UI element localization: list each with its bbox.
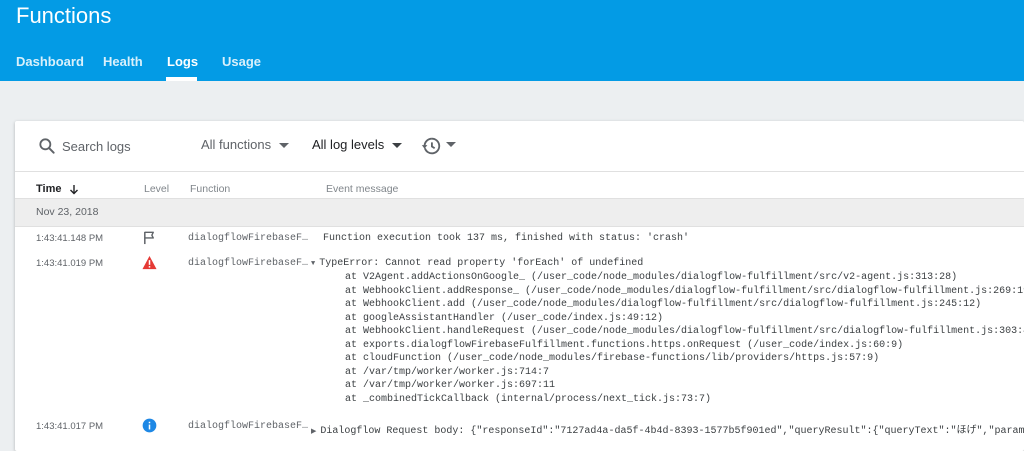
column-header-message: Event message [326, 183, 399, 195]
chevron-down-icon [392, 143, 403, 149]
stack-trace-line: at exports.dialogflowFirebaseFulfillment… [345, 340, 904, 351]
stack-trace-line: at WebhookClient.addResponse_ (/user_cod… [345, 286, 1024, 297]
row-message-text: TypeError: Cannot read property 'forEach… [319, 258, 644, 269]
column-header-time-label: Time [36, 183, 62, 195]
row-time: 1:43:41.017 PM [36, 421, 104, 432]
history-icon[interactable] [419, 135, 443, 157]
stack-trace-line: at _combinedTickCallback (internal/proce… [345, 394, 712, 405]
stack-trace-line: at /var/tmp/worker/worker.js:697:11 [345, 380, 556, 391]
row-time: 1:43:41.148 PM [36, 233, 104, 244]
chevron-down-icon[interactable] [446, 142, 456, 147]
stack-trace-line: at cloudFunction (/user_code/node_module… [345, 353, 880, 364]
column-header-level: Level [144, 183, 170, 195]
row-function: dialogflowFirebaseF… [188, 233, 309, 244]
active-tab-indicator [166, 77, 197, 81]
column-header-function: Function [190, 183, 231, 195]
tab-usage[interactable]: Usage [222, 54, 261, 69]
expand-arrow-icon[interactable]: ▶ [311, 427, 316, 436]
logs-toolbar: All functions All log levels [15, 121, 1024, 171]
function-filter-dropdown[interactable]: All functions [201, 137, 290, 152]
row-message: ▶ Dialogflow Request body: {"responseId":… [311, 421, 1024, 437]
tab-health[interactable]: Health [103, 54, 143, 69]
row-message: Function execution took 137 ms, finished… [323, 233, 690, 244]
row-time: 1:43:41.019 PM [36, 258, 104, 269]
flag-icon [144, 231, 154, 245]
row-message: ▼ TypeError: Cannot read property 'forEac… [311, 258, 643, 269]
tab-logs[interactable]: Logs [167, 54, 198, 69]
stack-trace-line: at googleAssistantHandler (/user_code/in… [345, 313, 664, 324]
level-filter-dropdown[interactable]: All log levels [312, 137, 403, 152]
date-group-header: Nov 23, 2018 [15, 199, 1024, 227]
search-input[interactable] [62, 136, 182, 156]
stack-trace-line: at V2Agent.addActionsOnGoogle_ (/user_co… [345, 272, 958, 283]
app-header: Functions Dashboard Health Logs Usage [0, 0, 1024, 81]
divider [15, 171, 1024, 172]
expand-arrow-icon[interactable]: ▼ [311, 260, 315, 268]
logs-card: All functions All log levels Time Level … [15, 121, 1024, 451]
row-function: dialogflowFirebaseF… [188, 258, 309, 269]
page-title: Functions [16, 3, 112, 28]
stack-trace-line: at /var/tmp/worker/worker.js:714:7 [345, 367, 550, 378]
arrow-down-icon [69, 184, 78, 195]
stack-trace-line: at WebhookClient.add (/user_code/node_mo… [345, 299, 982, 310]
date-group-label: Nov 23, 2018 [36, 206, 99, 218]
column-header-time[interactable]: Time [36, 183, 79, 195]
row-message-text: Dialogflow Request body: {"responseId":"… [320, 426, 1024, 437]
chevron-down-icon [279, 143, 290, 149]
row-function: dialogflowFirebaseF… [188, 421, 309, 432]
error-icon [142, 255, 157, 270]
tab-dashboard[interactable]: Dashboard [16, 54, 84, 69]
info-icon [142, 418, 157, 433]
level-filter-label: All log levels [312, 137, 385, 152]
search-icon[interactable] [37, 136, 57, 156]
function-filter-label: All functions [201, 137, 272, 152]
stack-trace-line: at WebhookClient.handleRequest (/user_co… [345, 326, 1024, 337]
